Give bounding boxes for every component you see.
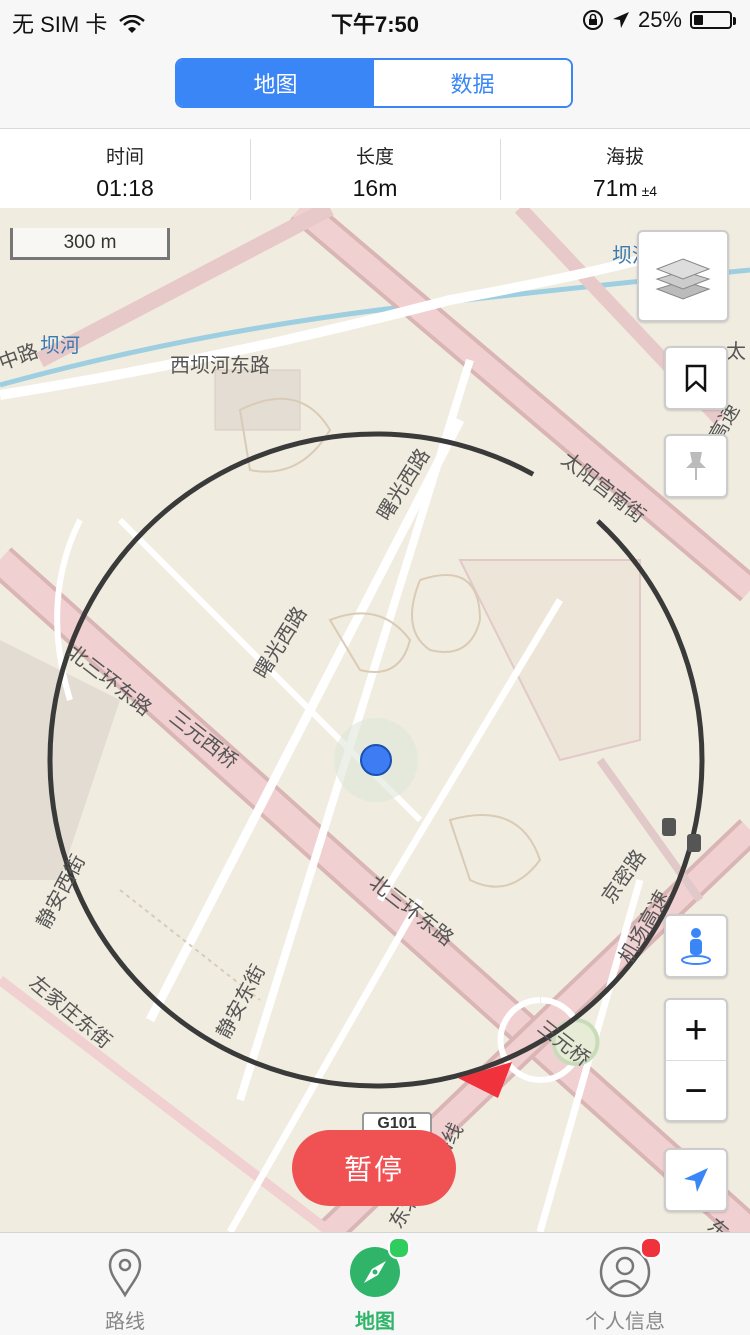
status-indicators: 25% bbox=[582, 7, 736, 33]
view-segmented-control: 地图 数据 bbox=[175, 58, 573, 108]
road-label: 中路 bbox=[0, 339, 41, 374]
tab-bar: 路线 地图 个人信息 bbox=[0, 1232, 750, 1335]
layers-button[interactable] bbox=[637, 230, 729, 322]
stat-value: 01:18 bbox=[96, 175, 154, 201]
battery-percent: 25% bbox=[637, 7, 682, 32]
top-toolbar: 地图 数据 bbox=[0, 40, 750, 129]
tab-map[interactable]: 地图 bbox=[250, 1233, 500, 1335]
road-label: 京密路 bbox=[597, 846, 650, 908]
tab-profile[interactable]: 个人信息 bbox=[500, 1233, 750, 1335]
tab-label: 地图 bbox=[355, 1311, 395, 1333]
segment-data[interactable]: 数据 bbox=[374, 60, 571, 106]
road-label: 西坝河东路 bbox=[170, 354, 270, 377]
zoom-out-button[interactable]: − bbox=[666, 1060, 726, 1121]
bookmark-icon bbox=[685, 364, 707, 392]
battery-icon bbox=[690, 11, 736, 29]
stats-row: 时间 01:18 长度 16m 海拔 71m ±4 bbox=[0, 129, 750, 208]
person-icon bbox=[681, 928, 711, 965]
status-bar: 无 SIM 卡 下午7:50 25% bbox=[0, 0, 750, 40]
stat-label: 长度 bbox=[355, 147, 394, 168]
location-arrow-icon bbox=[612, 12, 629, 28]
stat-label: 海拔 bbox=[605, 147, 644, 168]
road-label: 太 bbox=[726, 340, 746, 363]
street-view-button[interactable] bbox=[664, 914, 728, 978]
tab-route[interactable]: 路线 bbox=[0, 1233, 250, 1335]
bookmark-button[interactable] bbox=[664, 346, 728, 410]
tab-label: 路线 bbox=[105, 1311, 145, 1333]
notification-dot bbox=[388, 1237, 410, 1259]
battery-level bbox=[694, 15, 703, 25]
stat-altitude: 海拔 71m ±4 bbox=[500, 129, 750, 208]
stat-label: 时间 bbox=[105, 147, 144, 168]
stat-length: 长度 16m bbox=[250, 129, 500, 208]
zoom-in-button[interactable]: + bbox=[666, 1000, 726, 1060]
altitude-value: 71m bbox=[592, 175, 638, 201]
altitude-accuracy: ±4 bbox=[641, 183, 658, 199]
map-canvas: 西坝河东路 坝河 坝河 中路 太阳宫南街 曙光西路 曙光西路 北三环东路 三元西… bbox=[0, 208, 750, 1232]
pause-button[interactable]: 暂停 bbox=[292, 1130, 456, 1206]
rotation-lock-icon bbox=[582, 10, 603, 30]
map-view[interactable]: 西坝河东路 坝河 坝河 中路 太阳宫南街 曙光西路 曙光西路 北三环东路 三元西… bbox=[0, 208, 750, 1232]
zoom-controls: + − bbox=[664, 998, 728, 1122]
locate-arrow-icon bbox=[684, 1168, 708, 1192]
pin-button[interactable] bbox=[664, 434, 728, 498]
road-label: 曙光西路 bbox=[250, 603, 312, 683]
stat-value: 16m bbox=[352, 175, 398, 201]
locate-button[interactable] bbox=[664, 1148, 728, 1212]
route-pin-icon bbox=[108, 1248, 142, 1298]
pin-icon bbox=[686, 452, 706, 480]
map-scale-bar: 300 m bbox=[10, 228, 170, 260]
notification-dot bbox=[640, 1237, 662, 1259]
stat-value: 71m ±4 bbox=[500, 175, 750, 202]
layers-icon bbox=[655, 258, 711, 300]
segment-map[interactable]: 地图 bbox=[177, 60, 374, 106]
stat-time: 时间 01:18 bbox=[0, 129, 250, 208]
river-label: 坝河 bbox=[40, 334, 80, 357]
tab-label: 个人信息 bbox=[585, 1311, 665, 1333]
